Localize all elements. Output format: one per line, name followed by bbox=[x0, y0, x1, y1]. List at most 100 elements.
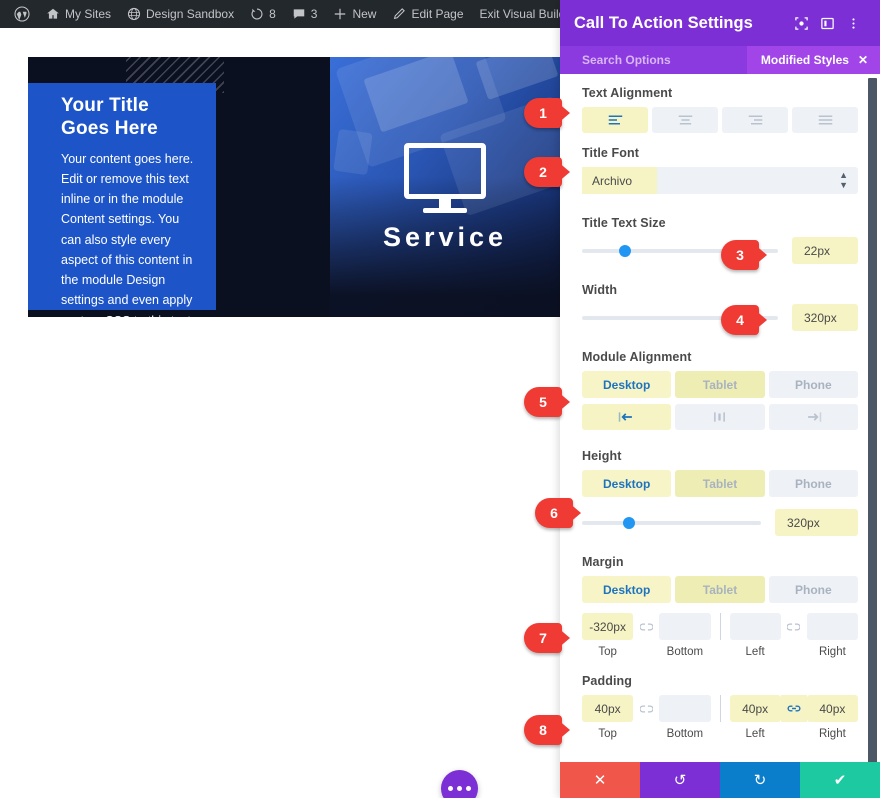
module-alignment-device-tabs: Desktop Tablet Phone bbox=[582, 371, 858, 398]
align-module-left-icon[interactable] bbox=[582, 404, 671, 430]
align-justify-icon[interactable] bbox=[792, 107, 858, 133]
save-button[interactable]: ✔ bbox=[800, 762, 880, 798]
device-tab-desktop[interactable]: Desktop bbox=[582, 470, 671, 497]
close-icon[interactable]: ✕ bbox=[858, 53, 868, 67]
width-value[interactable]: 320px bbox=[792, 304, 858, 331]
linked-chain-icon[interactable] bbox=[781, 695, 807, 722]
margin-bottom-label: Bottom bbox=[659, 646, 710, 658]
height-value[interactable]: 320px bbox=[775, 509, 858, 536]
broken-link-icon[interactable] bbox=[633, 613, 659, 640]
panel-layout-icon[interactable] bbox=[814, 10, 840, 36]
padding-right-label: Right bbox=[807, 728, 858, 740]
site-icon bbox=[127, 7, 141, 21]
cta-body-text: Your content goes here. Edit or remove t… bbox=[61, 149, 202, 317]
broken-link-icon[interactable] bbox=[633, 695, 659, 722]
align-module-right-icon[interactable] bbox=[769, 404, 858, 430]
undo-button[interactable]: ↺ bbox=[640, 762, 720, 798]
width-slider-row: 320px bbox=[582, 304, 858, 331]
redo-button[interactable]: ↻ bbox=[720, 762, 800, 798]
adminbar-item-updates[interactable]: 8 bbox=[242, 0, 284, 28]
divider bbox=[720, 695, 721, 722]
field-width: Width 320px bbox=[582, 283, 858, 331]
select-updown-icon: ▲▼ bbox=[839, 171, 848, 190]
callout-marker-tip bbox=[557, 102, 570, 124]
device-tab-desktop[interactable]: Desktop bbox=[582, 371, 671, 398]
padding-bottom-input[interactable] bbox=[659, 695, 710, 722]
device-tab-phone[interactable]: Phone bbox=[769, 470, 858, 497]
margin-top-input[interactable]: -320px bbox=[582, 613, 633, 640]
slider-knob[interactable] bbox=[619, 245, 631, 257]
callout-marker-3: 3 bbox=[721, 240, 767, 270]
label-padding: Padding bbox=[582, 674, 858, 688]
label-title-font: Title Font bbox=[582, 146, 858, 160]
margin-left-input[interactable] bbox=[730, 613, 781, 640]
field-height: Height Desktop Tablet Phone 320px bbox=[582, 449, 858, 536]
cta-content-box[interactable]: Your Title Goes Here Your content goes h… bbox=[28, 83, 216, 310]
panel-options-body: Text Alignment Title Font Archivo bbox=[560, 74, 880, 762]
device-tab-tablet[interactable]: Tablet bbox=[675, 576, 764, 603]
label-module-alignment: Module Alignment bbox=[582, 350, 858, 364]
slider-knob[interactable] bbox=[623, 517, 635, 529]
panel-search-row: Search Options Modified Styles ✕ bbox=[560, 46, 880, 74]
modified-styles-label: Modified Styles bbox=[761, 53, 849, 67]
modified-styles-badge[interactable]: Modified Styles ✕ bbox=[747, 46, 880, 74]
broken-link-icon[interactable] bbox=[781, 613, 807, 640]
margin-inputs: -320px Top Bottom Left bbox=[582, 613, 858, 658]
height-device-tabs: Desktop Tablet Phone bbox=[582, 470, 858, 497]
page-preview-canvas: Your Title Goes Here Your content goes h… bbox=[0, 28, 560, 798]
field-padding: Padding 40px Top Bottom bbox=[582, 674, 858, 740]
callout-marker-6: 6 bbox=[535, 498, 581, 528]
device-tab-desktop[interactable]: Desktop bbox=[582, 576, 671, 603]
visual-builder-fab-button[interactable] bbox=[441, 770, 478, 798]
label-title-text-size: Title Text Size bbox=[582, 216, 858, 230]
cta-module-preview[interactable]: Your Title Goes Here Your content goes h… bbox=[28, 57, 560, 317]
comments-icon bbox=[292, 7, 306, 21]
adminbar-item-wordpress[interactable] bbox=[6, 0, 38, 28]
device-tab-phone[interactable]: Phone bbox=[769, 576, 858, 603]
margin-bottom-input[interactable] bbox=[659, 613, 710, 640]
wordpress-logo-icon bbox=[14, 6, 30, 22]
title-text-size-value[interactable]: 22px bbox=[792, 237, 858, 264]
adminbar-item-new[interactable]: New bbox=[325, 0, 384, 28]
focus-target-icon[interactable] bbox=[788, 10, 814, 36]
label-width: Width bbox=[582, 283, 858, 297]
margin-right-input[interactable] bbox=[807, 613, 858, 640]
height-slider-row: 320px bbox=[582, 509, 858, 536]
device-tab-tablet[interactable]: Tablet bbox=[675, 470, 764, 497]
more-vertical-icon[interactable] bbox=[840, 10, 866, 36]
search-input[interactable]: Search Options bbox=[582, 53, 747, 67]
padding-bottom-label: Bottom bbox=[659, 728, 710, 740]
cancel-button[interactable]: ✕ bbox=[560, 762, 640, 798]
callout-marker-tip bbox=[557, 719, 570, 741]
callout-marker-tip bbox=[754, 244, 767, 266]
align-right-icon[interactable] bbox=[722, 107, 788, 133]
title-text-size-slider-row: 22px bbox=[582, 237, 858, 264]
align-module-center-icon[interactable] bbox=[675, 404, 764, 430]
adminbar-item-edit-page[interactable]: Edit Page bbox=[384, 0, 471, 28]
adminbar-item-comments[interactable]: 3 bbox=[284, 0, 326, 28]
padding-left-input[interactable]: 40px bbox=[730, 695, 781, 722]
height-slider[interactable] bbox=[582, 521, 761, 525]
padding-right-input[interactable]: 40px bbox=[807, 695, 858, 722]
callout-marker-1: 1 bbox=[524, 98, 570, 128]
callout-marker-tip bbox=[557, 391, 570, 413]
panel-scrollbar[interactable] bbox=[868, 78, 877, 762]
field-title-font: Title Font Archivo ▲▼ bbox=[582, 146, 858, 194]
ellipsis-icon-dot bbox=[457, 786, 462, 791]
adminbar-item-site-name[interactable]: Design Sandbox bbox=[119, 0, 242, 28]
adminbar-label-comments-count: 3 bbox=[311, 8, 318, 20]
margin-top-label: Top bbox=[582, 646, 633, 658]
padding-top-label: Top bbox=[582, 728, 633, 740]
padding-top-input[interactable]: 40px bbox=[582, 695, 633, 722]
align-left-icon[interactable] bbox=[582, 107, 648, 133]
title-font-select[interactable]: Archivo ▲▼ bbox=[582, 167, 858, 194]
title-font-value: Archivo bbox=[582, 167, 657, 194]
callout-marker-4: 4 bbox=[721, 305, 767, 335]
module-alignment-options bbox=[582, 404, 858, 430]
adminbar-item-my-sites[interactable]: My Sites bbox=[38, 0, 119, 28]
adminbar-label-my-sites: My Sites bbox=[65, 8, 111, 20]
device-tab-phone[interactable]: Phone bbox=[769, 371, 858, 398]
align-center-icon[interactable] bbox=[652, 107, 718, 133]
device-tab-tablet[interactable]: Tablet bbox=[675, 371, 764, 398]
wp-admin-bar: My Sites Design Sandbox 8 3 New Edit Pag… bbox=[0, 0, 560, 28]
